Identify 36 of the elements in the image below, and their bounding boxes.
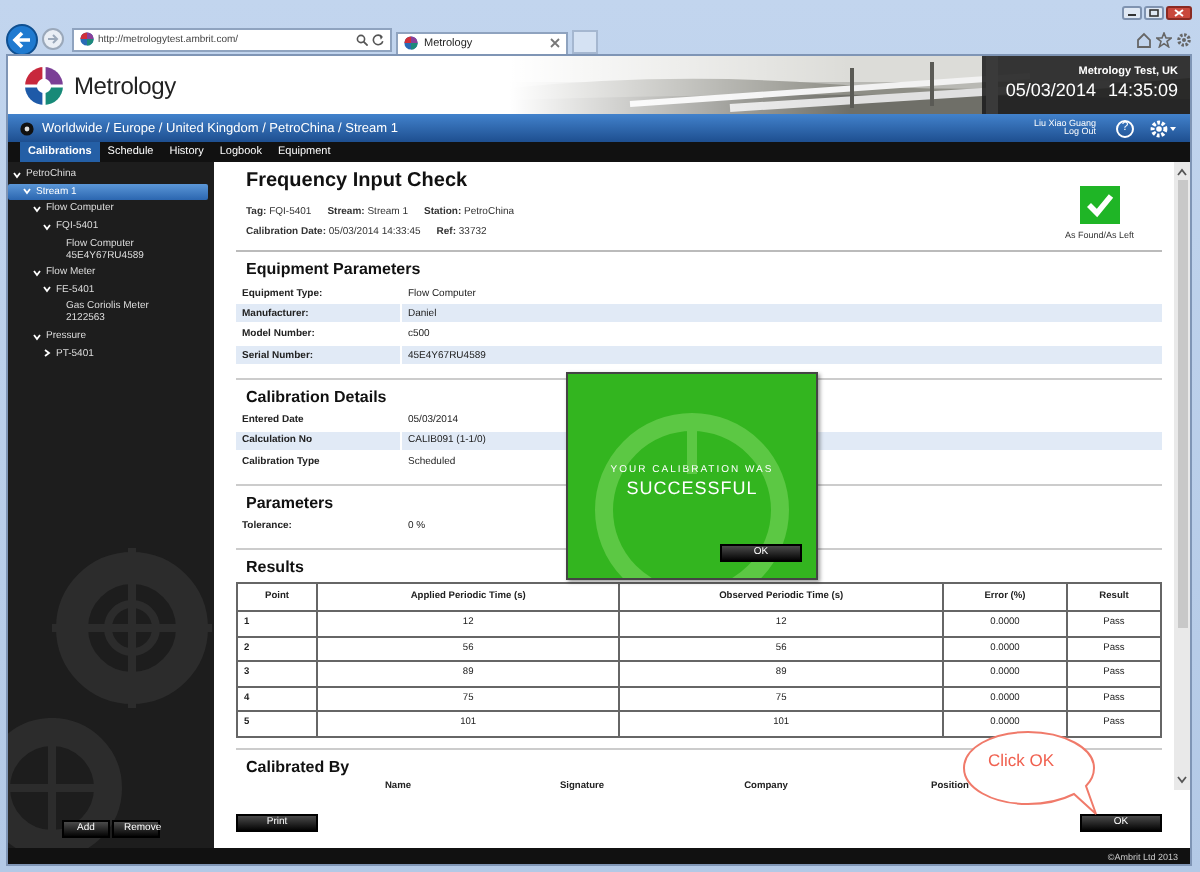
home-icon[interactable] bbox=[1136, 31, 1152, 47]
minimize-icon[interactable] bbox=[1122, 5, 1142, 19]
page-title: Frequency Input Check bbox=[246, 170, 470, 192]
close-icon[interactable] bbox=[1166, 5, 1192, 19]
location-icon bbox=[20, 121, 34, 135]
settings-icon[interactable] bbox=[1176, 31, 1192, 47]
chevron-icon[interactable] bbox=[42, 284, 52, 295]
logo-icon bbox=[24, 65, 64, 105]
star-icon[interactable] bbox=[1156, 31, 1172, 47]
section-heading: Parameters bbox=[244, 493, 334, 512]
site-icon bbox=[404, 36, 418, 50]
maximize-icon[interactable] bbox=[1144, 5, 1164, 19]
close-icon[interactable] bbox=[550, 38, 560, 48]
chevron-icon[interactable] bbox=[42, 348, 52, 359]
section-heading: Results bbox=[244, 558, 304, 577]
checkmark-icon bbox=[1079, 186, 1120, 224]
site-icon bbox=[80, 32, 94, 46]
scroll-thumb[interactable] bbox=[1177, 180, 1187, 628]
section-heading: Calibration Details bbox=[244, 387, 387, 406]
chevron-icon[interactable] bbox=[32, 267, 42, 278]
date-text: 05/03/2014 bbox=[1005, 80, 1096, 100]
section-heading: Equipment Parameters bbox=[244, 260, 421, 278]
callout-text: Click OK bbox=[988, 750, 1055, 770]
chevron-icon[interactable] bbox=[32, 203, 42, 214]
scrollbar[interactable] bbox=[1174, 162, 1190, 790]
chevron-icon[interactable] bbox=[42, 221, 52, 232]
refresh-icon[interactable] bbox=[372, 33, 384, 45]
chevron-icon[interactable] bbox=[32, 331, 42, 342]
time-text: 14:35:09 bbox=[1107, 80, 1178, 100]
settings-icon[interactable] bbox=[1150, 119, 1178, 137]
app-name: Metrology bbox=[74, 71, 176, 99]
search-icon[interactable] bbox=[356, 33, 368, 45]
back-icon[interactable] bbox=[6, 23, 38, 55]
dialog-heading: SUCCESSFUL bbox=[624, 478, 760, 498]
chevron-icon[interactable] bbox=[12, 169, 22, 180]
section-heading: Calibrated By bbox=[244, 757, 350, 776]
